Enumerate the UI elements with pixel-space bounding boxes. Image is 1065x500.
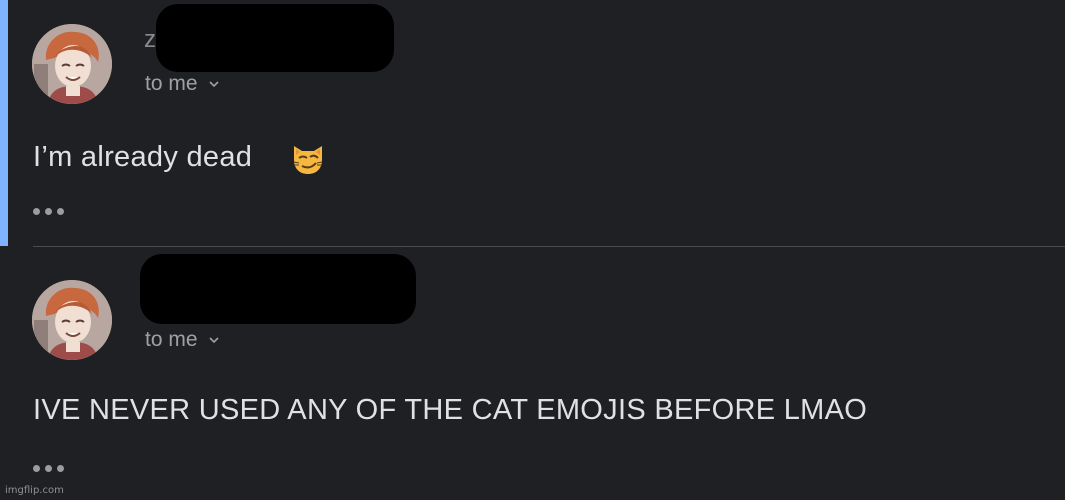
more-dots-icon[interactable]: [33, 462, 67, 474]
sender-name[interactable]: zM: [140, 4, 405, 74]
email-message: zM to me I’m already dead: [0, 0, 1065, 247]
chevron-down-icon: [208, 337, 219, 344]
recipient-details-toggle[interactable]: to me: [145, 328, 220, 352]
avatar[interactable]: [32, 280, 112, 360]
chevron-down-icon: [208, 81, 219, 88]
redaction-mark: [156, 4, 394, 72]
smirking-cat-emoji: [293, 146, 323, 174]
email-message: z to me IVE NEVER USED ANY OF THE CAT EM…: [0, 248, 1065, 500]
sender-name[interactable]: z: [140, 254, 416, 324]
recipient-details-toggle[interactable]: to me: [145, 72, 220, 96]
message-body: IVE NEVER USED ANY OF THE CAT EMOJIS BEF…: [33, 394, 868, 426]
watermark: imgflip.com: [5, 485, 64, 496]
avatar[interactable]: [32, 24, 112, 104]
message-body: I’m already dead: [33, 141, 253, 173]
recipient-label: to me: [145, 328, 198, 351]
more-dots-icon[interactable]: [33, 205, 67, 217]
message-divider: [33, 246, 1065, 247]
recipient-label: to me: [145, 72, 198, 95]
redaction-mark: [140, 254, 416, 324]
